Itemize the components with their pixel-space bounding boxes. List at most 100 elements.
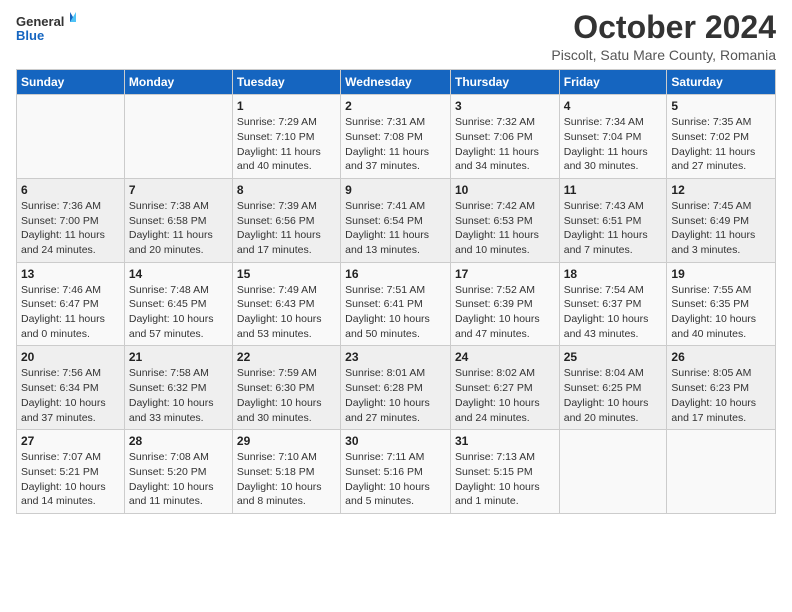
calendar-cell [667,430,776,514]
subtitle: Piscolt, Satu Mare County, Romania [551,47,776,63]
day-number: 2 [345,99,446,113]
day-number: 31 [455,434,555,448]
day-info: Sunrise: 7:38 AMSunset: 6:58 PMDaylight:… [129,199,228,258]
calendar-cell: 14 Sunrise: 7:48 AMSunset: 6:45 PMDayligh… [124,262,232,346]
calendar-cell: 17Sunrise: 7:52 AMSunset: 6:39 PMDayligh… [450,262,559,346]
day-number: 27 [21,434,120,448]
calendar-cell: 30 Sunrise: 7:11 AMSunset: 5:16 PMDayligh… [341,430,451,514]
day-number: 18 [564,267,663,281]
day-number: 6 [21,183,120,197]
logo-svg: General Blue [16,10,76,46]
day-info: Sunrise: 7:55 AMSunset: 6:35 PMDaylight:… [671,283,771,342]
day-info: Sunrise: 7:43 AMSunset: 6:51 PMDaylight:… [564,199,663,258]
calendar-cell: 12 Sunrise: 7:45 AMSunset: 6:49 PMDayligh… [667,178,776,262]
header: General Blue October 2024 Piscolt, Satu … [16,10,776,63]
header-day-saturday: Saturday [667,70,776,95]
day-number: 12 [671,183,771,197]
day-number: 1 [237,99,336,113]
header-day-thursday: Thursday [450,70,559,95]
calendar-cell: 21 Sunrise: 7:58 AMSunset: 6:32 PMDayligh… [124,346,232,430]
header-day-tuesday: Tuesday [232,70,340,95]
week-row-5: 27 Sunrise: 7:07 AMSunset: 5:21 PMDayligh… [17,430,776,514]
calendar-cell: 4 Sunrise: 7:34 AMSunset: 7:04 PMDaylight… [559,95,667,179]
day-number: 8 [237,183,336,197]
day-info: Sunrise: 7:35 AMSunset: 7:02 PMDaylight:… [671,115,771,174]
calendar-cell: 18 Sunrise: 7:54 AMSunset: 6:37 PMDayligh… [559,262,667,346]
day-number: 4 [564,99,663,113]
day-info: Sunrise: 7:58 AMSunset: 6:32 PMDaylight:… [129,366,228,425]
day-number: 13 [21,267,120,281]
day-number: 5 [671,99,771,113]
calendar-cell: 6 Sunrise: 7:36 AMSunset: 7:00 PMDaylight… [17,178,125,262]
day-number: 26 [671,350,771,364]
day-number: 14 [129,267,228,281]
calendar-cell: 16Sunrise: 7:51 AMSunset: 6:41 PMDayligh… [341,262,451,346]
day-number: 23 [345,350,446,364]
day-number: 24 [455,350,555,364]
week-row-1: 1 Sunrise: 7:29 AMSunset: 7:10 PMDaylight… [17,95,776,179]
day-info: Sunrise: 7:08 AMSunset: 5:20 PMDaylight:… [129,450,228,509]
week-row-4: 20Sunrise: 7:56 AMSunset: 6:34 PMDayligh… [17,346,776,430]
day-info: Sunrise: 8:04 AMSunset: 6:25 PMDaylight:… [564,366,663,425]
day-info: Sunrise: 7:42 AMSunset: 6:53 PMDaylight:… [455,199,555,258]
day-info: Sunrise: 7:10 AMSunset: 5:18 PMDaylight:… [237,450,336,509]
calendar-cell: 3Sunrise: 7:32 AMSunset: 7:06 PMDaylight… [450,95,559,179]
calendar-cell: 13 Sunrise: 7:46 AMSunset: 6:47 PMDayligh… [17,262,125,346]
calendar-cell: 11 Sunrise: 7:43 AMSunset: 6:51 PMDayligh… [559,178,667,262]
calendar-cell: 29Sunrise: 7:10 AMSunset: 5:18 PMDayligh… [232,430,340,514]
calendar-cell: 19 Sunrise: 7:55 AMSunset: 6:35 PMDayligh… [667,262,776,346]
header-day-wednesday: Wednesday [341,70,451,95]
calendar-cell: 2 Sunrise: 7:31 AMSunset: 7:08 PMDaylight… [341,95,451,179]
day-number: 22 [237,350,336,364]
day-info: Sunrise: 7:46 AMSunset: 6:47 PMDaylight:… [21,283,120,342]
day-number: 21 [129,350,228,364]
calendar-cell [17,95,125,179]
calendar-cell: 20Sunrise: 7:56 AMSunset: 6:34 PMDayligh… [17,346,125,430]
header-day-monday: Monday [124,70,232,95]
day-info: Sunrise: 7:39 AMSunset: 6:56 PMDaylight:… [237,199,336,258]
day-info: Sunrise: 7:31 AMSunset: 7:08 PMDaylight:… [345,115,446,174]
day-info: Sunrise: 7:41 AMSunset: 6:54 PMDaylight:… [345,199,446,258]
header-day-sunday: Sunday [17,70,125,95]
week-row-3: 13 Sunrise: 7:46 AMSunset: 6:47 PMDayligh… [17,262,776,346]
day-info: Sunrise: 7:07 AMSunset: 5:21 PMDaylight:… [21,450,120,509]
day-number: 7 [129,183,228,197]
day-info: Sunrise: 7:51 AMSunset: 6:41 PMDaylight:… [345,283,446,342]
day-number: 19 [671,267,771,281]
day-info: Sunrise: 7:56 AMSunset: 6:34 PMDaylight:… [21,366,120,425]
day-info: Sunrise: 7:45 AMSunset: 6:49 PMDaylight:… [671,199,771,258]
calendar-table: SundayMondayTuesdayWednesdayThursdayFrid… [16,69,776,514]
calendar-cell: 31Sunrise: 7:13 AMSunset: 5:15 PMDayligh… [450,430,559,514]
day-info: Sunrise: 7:49 AMSunset: 6:43 PMDaylight:… [237,283,336,342]
calendar-cell: 26Sunrise: 8:05 AMSunset: 6:23 PMDayligh… [667,346,776,430]
day-number: 11 [564,183,663,197]
day-info: Sunrise: 7:29 AMSunset: 7:10 PMDaylight:… [237,115,336,174]
day-number: 10 [455,183,555,197]
month-title: October 2024 [551,10,776,45]
calendar-cell: 15Sunrise: 7:49 AMSunset: 6:43 PMDayligh… [232,262,340,346]
calendar-cell [559,430,667,514]
svg-text:Blue: Blue [16,28,44,43]
day-info: Sunrise: 7:34 AMSunset: 7:04 PMDaylight:… [564,115,663,174]
day-info: Sunrise: 7:54 AMSunset: 6:37 PMDaylight:… [564,283,663,342]
calendar-cell: 23Sunrise: 8:01 AMSunset: 6:28 PMDayligh… [341,346,451,430]
day-number: 25 [564,350,663,364]
calendar-header-row: SundayMondayTuesdayWednesdayThursdayFrid… [17,70,776,95]
day-number: 30 [345,434,446,448]
calendar-cell: 8 Sunrise: 7:39 AMSunset: 6:56 PMDaylight… [232,178,340,262]
calendar-cell: 9Sunrise: 7:41 AMSunset: 6:54 PMDaylight… [341,178,451,262]
calendar-cell: 27 Sunrise: 7:07 AMSunset: 5:21 PMDayligh… [17,430,125,514]
day-info: Sunrise: 7:11 AMSunset: 5:16 PMDaylight:… [345,450,446,509]
day-number: 17 [455,267,555,281]
day-info: Sunrise: 8:02 AMSunset: 6:27 PMDaylight:… [455,366,555,425]
svg-text:General: General [16,14,64,29]
calendar-cell: 28Sunrise: 7:08 AMSunset: 5:20 PMDayligh… [124,430,232,514]
day-info: Sunrise: 7:48 AMSunset: 6:45 PMDaylight:… [129,283,228,342]
week-row-2: 6 Sunrise: 7:36 AMSunset: 7:00 PMDaylight… [17,178,776,262]
logo: General Blue [16,10,76,46]
calendar-cell: 1 Sunrise: 7:29 AMSunset: 7:10 PMDaylight… [232,95,340,179]
header-day-friday: Friday [559,70,667,95]
calendar-cell: 25 Sunrise: 8:04 AMSunset: 6:25 PMDayligh… [559,346,667,430]
day-info: Sunrise: 7:36 AMSunset: 7:00 PMDaylight:… [21,199,120,258]
title-block: October 2024 Piscolt, Satu Mare County, … [551,10,776,63]
